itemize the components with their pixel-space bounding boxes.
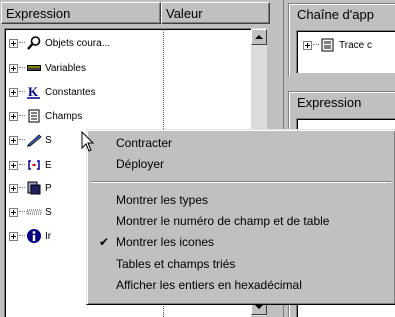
call-chain-item[interactable]: Trace c	[303, 37, 372, 53]
expand-icon[interactable]	[9, 87, 18, 97]
menu-item-label: Tables et champs triés	[116, 257, 236, 271]
column-header-valeur[interactable]: Valeur	[161, 2, 270, 24]
menu-item-deployer[interactable]: Déployer	[90, 154, 392, 175]
mouse-pointer-icon	[81, 131, 95, 152]
menu-item-label: Déployer	[116, 157, 165, 171]
tree-item-champs[interactable]: Champs	[9, 107, 82, 125]
debugger-window: Expression Valeur Objets coura... Variab…	[0, 0, 395, 317]
menu-item-label: Montrer les icones	[116, 235, 215, 249]
tree-item-label: P	[45, 182, 52, 194]
tree-item-s[interactable]: S	[9, 131, 52, 149]
method-icon	[320, 37, 336, 53]
expand-icon[interactable]	[9, 135, 18, 145]
menu-item-hexadecimal[interactable]: Afficher les entiers en hexadécimal	[90, 275, 392, 296]
expand-icon[interactable]	[9, 160, 18, 170]
menu-separator	[91, 181, 391, 183]
menu-item-contracter[interactable]: Contracter	[90, 133, 392, 154]
search-icon	[26, 35, 42, 51]
svg-text:K: K	[28, 84, 39, 99]
process-icon	[26, 180, 42, 196]
tree-item-label: Objets coura...	[45, 37, 111, 49]
menu-item-label: Afficher les entiers en hexadécimal	[116, 278, 302, 292]
call-chain-title: Chaîne d'app	[297, 7, 374, 22]
pen-icon	[26, 132, 42, 148]
tree-item-label: Champs	[45, 110, 83, 122]
scroll-up-button[interactable]	[251, 29, 267, 45]
expand-icon[interactable]	[9, 207, 18, 217]
tree-item-e[interactable]: E	[9, 156, 52, 174]
constant-icon: K	[26, 84, 42, 100]
expand-icon[interactable]	[9, 183, 18, 193]
tree-item-label: S	[45, 206, 52, 218]
menu-item-label: Montrer les types	[116, 193, 209, 207]
expand-icon[interactable]	[9, 38, 18, 48]
tree-item-constantes[interactable]: K Constantes	[9, 83, 96, 101]
menu-item-montrer-icones[interactable]: ✔ Montrer les icones	[90, 232, 392, 253]
call-chain-item-label: Trace c	[339, 39, 372, 51]
expression-panel-title: Expression	[297, 95, 362, 110]
tree-item-ir[interactable]: Ir	[9, 227, 51, 245]
expand-icon[interactable]	[303, 40, 312, 50]
tree-item-objets-courants[interactable]: Objets coura...	[9, 34, 110, 52]
bracket-icon	[26, 157, 42, 173]
tree-item-p[interactable]: P	[9, 179, 52, 197]
menu-item-montrer-numero[interactable]: Montrer le numéro de champ et de table	[90, 211, 392, 232]
call-chain-panel: Chaîne d'app Trace c	[288, 3, 395, 77]
field-list-icon	[26, 108, 42, 124]
menu-item-montrer-types[interactable]: Montrer les types	[90, 190, 392, 211]
tree-item-s-2[interactable]: S	[9, 203, 52, 221]
arrow-down-icon	[255, 305, 263, 309]
column-header-expression[interactable]: Expression	[1, 2, 161, 24]
menu-item-label: Contracter	[116, 136, 173, 150]
tree-item-label: Constantes	[45, 86, 96, 98]
context-menu: Contracter Déployer Montrer les types Mo…	[86, 129, 395, 305]
tree-item-label: E	[45, 159, 52, 171]
tree-item-variables[interactable]: Variables	[9, 59, 86, 77]
tree-item-label: S	[45, 134, 52, 146]
tree-item-label: Ir	[45, 230, 52, 242]
menu-item-label: Montrer le numéro de champ et de table	[116, 214, 330, 228]
expand-icon[interactable]	[9, 111, 18, 121]
info-icon	[26, 228, 42, 244]
expand-icon[interactable]	[9, 63, 18, 73]
dotted-bar-icon	[26, 204, 42, 220]
tree-item-label: Variables	[45, 62, 86, 74]
expand-icon[interactable]	[9, 231, 18, 241]
checkmark-icon: ✔	[99, 235, 110, 249]
menu-item-tables-tries[interactable]: Tables et champs triés	[90, 254, 392, 275]
call-chain-list[interactable]: Trace c	[296, 30, 395, 73]
arrow-up-icon	[255, 35, 263, 39]
variable-icon	[26, 60, 42, 76]
